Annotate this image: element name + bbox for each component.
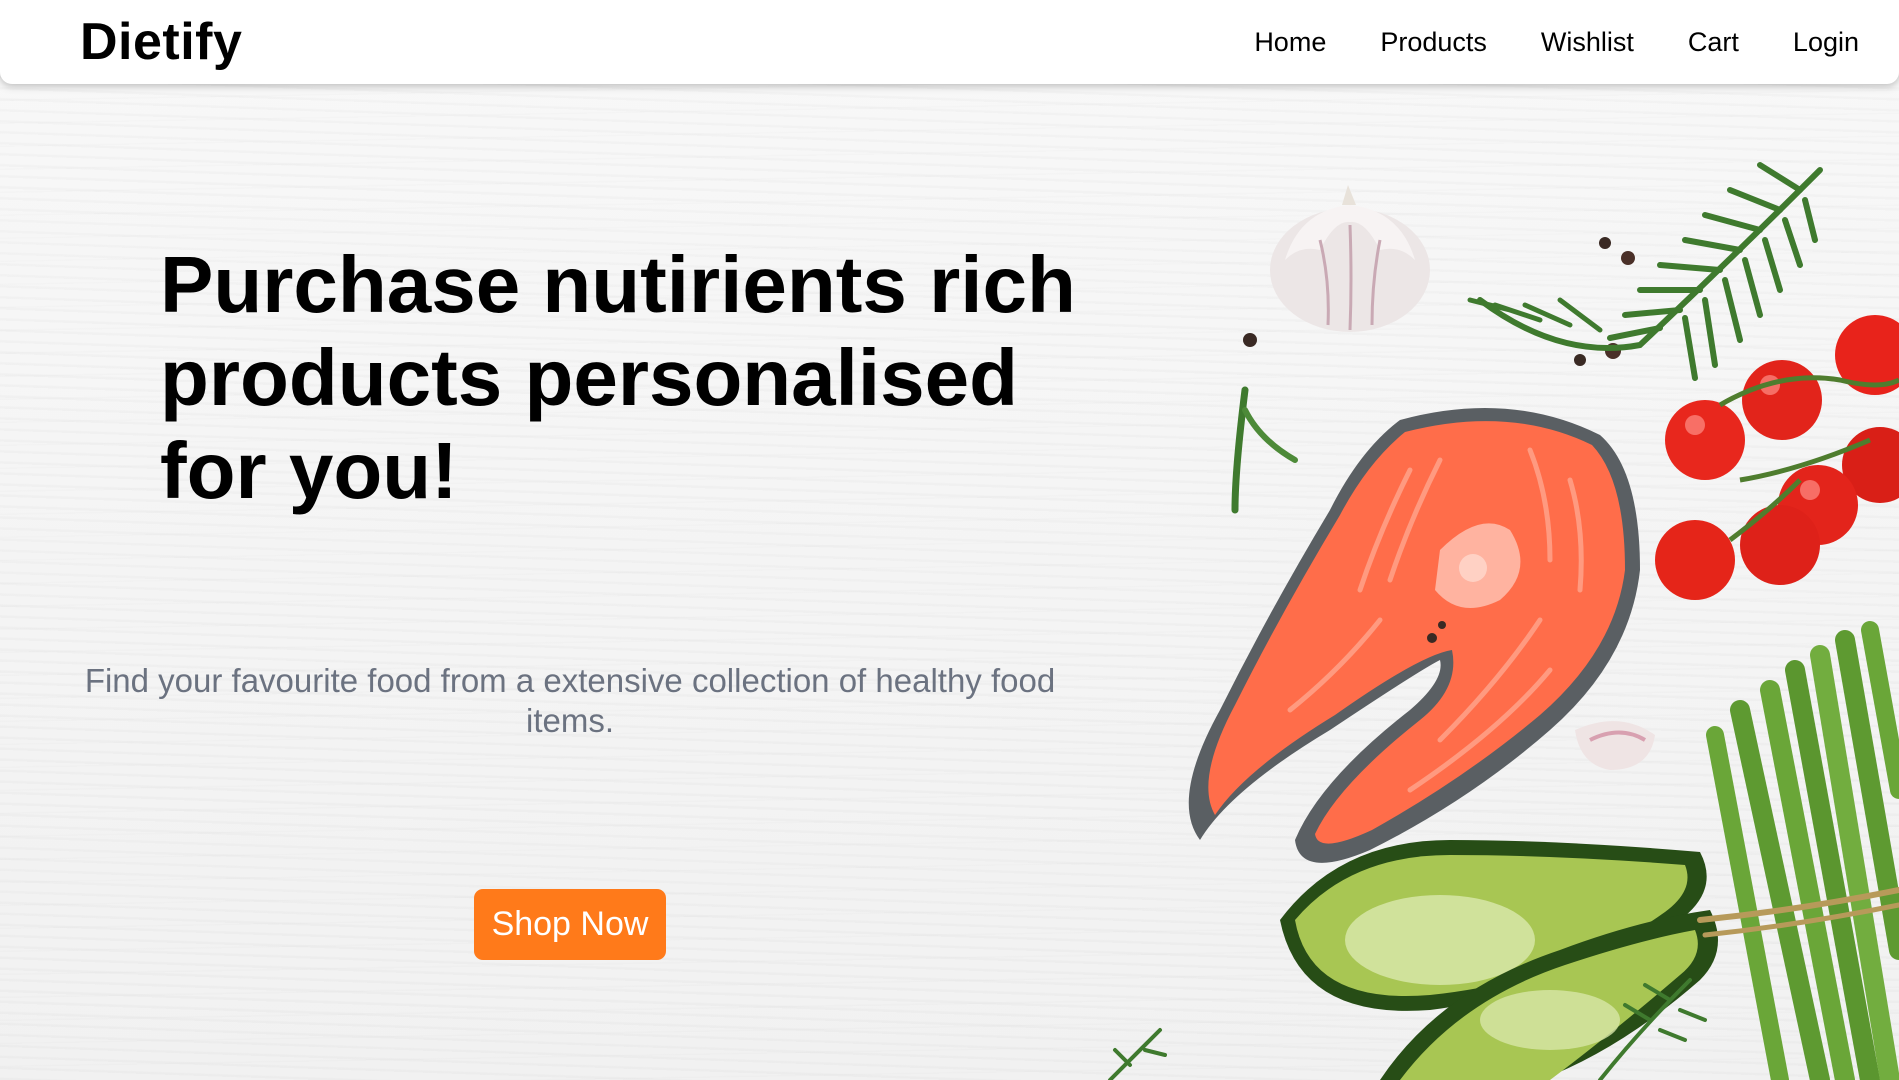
garlic-clove (1575, 721, 1655, 770)
garlic-bulb (1270, 185, 1430, 332)
nav-links: Home Products Wishlist Cart Login (1254, 24, 1859, 60)
hero-headline: Purchase nutirients rich products person… (160, 240, 1076, 515)
nav-link-products[interactable]: Products (1380, 24, 1487, 60)
hero-subtitle: Find your favourite food from a extensiv… (84, 662, 1056, 739)
asparagus (1697, 621, 1899, 1080)
rosemary-sprig (1467, 162, 1823, 381)
landing-page: Dietify Home Products Wishlist Cart Logi… (0, 0, 1899, 1080)
nav-link-login[interactable]: Login (1793, 24, 1859, 60)
nav-link-home[interactable]: Home (1254, 24, 1326, 60)
avocado (1280, 840, 1718, 1080)
food-illustration (1108, 162, 1899, 1080)
herb-leaf (1231, 386, 1298, 514)
navbar: Dietify Home Products Wishlist Cart Logi… (0, 0, 1899, 84)
brand-logo[interactable]: Dietify (80, 12, 242, 72)
nav-link-wishlist[interactable]: Wishlist (1541, 24, 1634, 60)
shop-now-button[interactable]: Shop Now (474, 889, 666, 960)
salmon-steak (1188, 408, 1640, 863)
nav-link-cart[interactable]: Cart (1688, 24, 1739, 60)
